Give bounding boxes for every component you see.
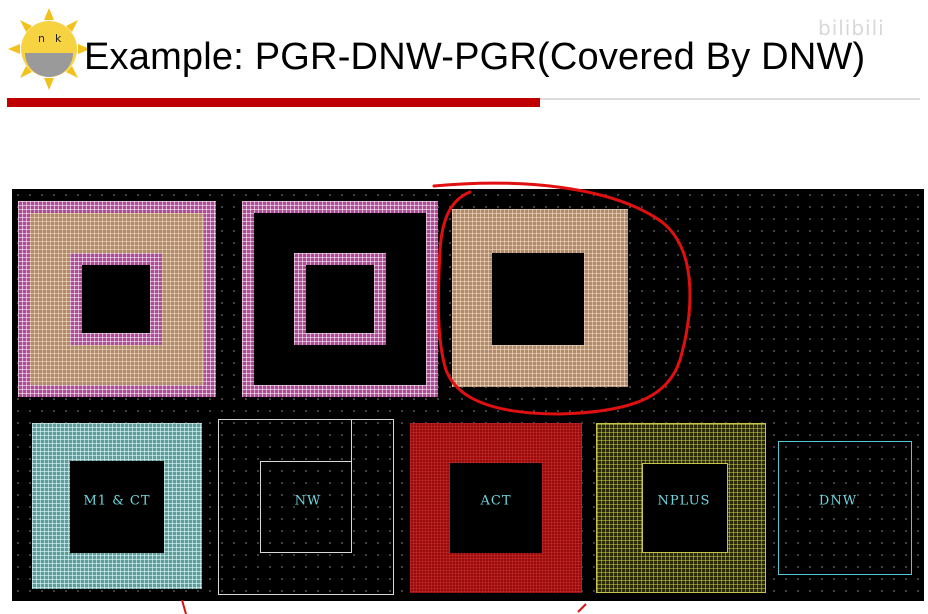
layer-label-nplus: NPLUS xyxy=(657,493,711,509)
annotation-mark-right xyxy=(577,603,587,613)
title-underline-red xyxy=(7,98,540,107)
logo-letter-n: n xyxy=(38,32,45,45)
bilibili-watermark: bilibili xyxy=(818,16,885,40)
title-underline-thin xyxy=(540,98,920,100)
layer-label-nw: NW xyxy=(294,493,322,509)
pgr-structure-2 xyxy=(242,201,438,397)
pgr-structure-3 xyxy=(452,209,628,387)
layout-canvas[interactable]: M1 & CT NW ACT NPLUS DNW xyxy=(12,189,924,601)
layer-m1-ct: M1 & CT xyxy=(32,423,202,589)
logo-letter-k: k xyxy=(55,32,62,45)
layer-nplus: NPLUS xyxy=(596,423,766,593)
sun-face-icon: n k xyxy=(8,8,90,90)
layer-act: ACT xyxy=(410,423,582,593)
layer-label-m1-ct: M1 & CT xyxy=(83,493,151,509)
layer-label-act: ACT xyxy=(480,493,512,509)
layer-dnw: DNW xyxy=(778,441,912,575)
annotation-mark-left xyxy=(181,599,187,614)
layer-nw: NW xyxy=(218,419,394,595)
layer-label-dnw: DNW xyxy=(818,493,858,509)
pgr-structure-1 xyxy=(18,201,216,397)
slide-title: Example: PGR-DNW-PGR(Covered By DNW) xyxy=(84,36,866,78)
